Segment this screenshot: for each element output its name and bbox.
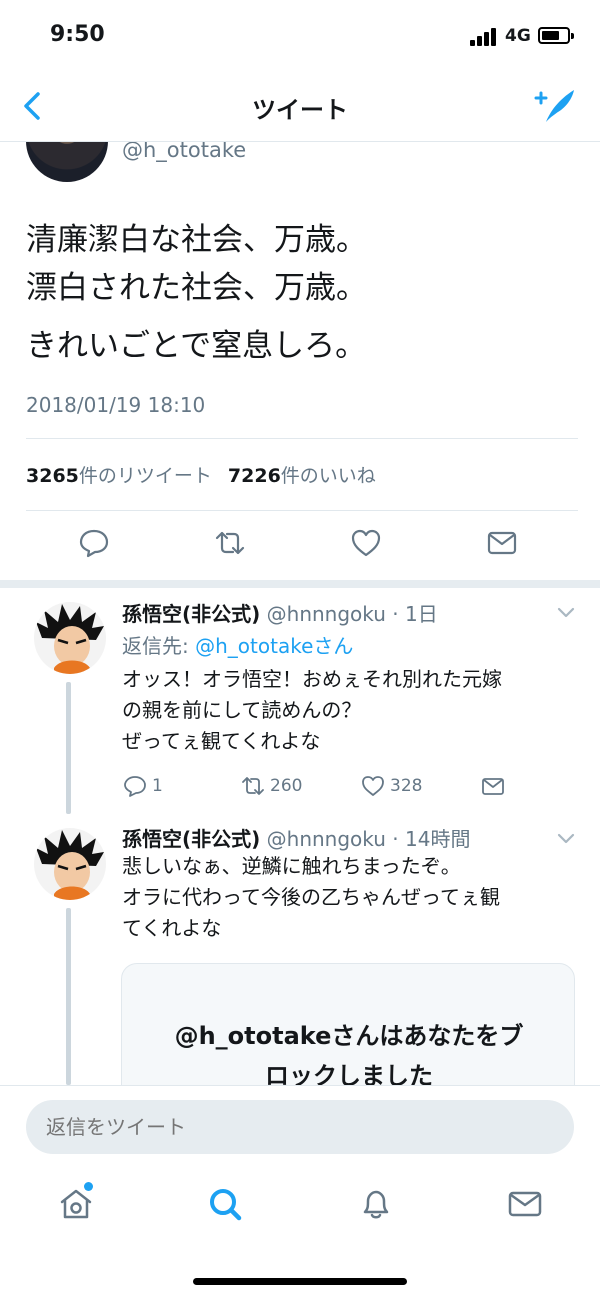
status-time: 9:50: [50, 22, 105, 47]
blocked-line: @h_ototakeさんはあなたをブ: [174, 1022, 524, 1050]
reply-reply-action[interactable]: 1: [122, 773, 163, 799]
nav-bar: ツイート: [0, 70, 600, 142]
reply-text: オッス！オラ悟空！おめぇそれ別れた元嫁 の親を前にして読めんの？ ぜってぇ観てく…: [122, 664, 582, 757]
retweet-icon[interactable]: [213, 526, 247, 560]
reply-like-action[interactable]: 328: [360, 773, 422, 799]
reply-author-name[interactable]: 孫悟空(非公式): [122, 827, 260, 851]
reply-line: オラに代わって今後の乙ちゃんぜってぇ観: [122, 885, 500, 909]
reply-icon[interactable]: [77, 526, 111, 560]
reply-avatar[interactable]: [34, 602, 106, 674]
divider: [26, 438, 578, 439]
reply-count: 1: [152, 776, 163, 796]
tweet-line: きれいごとで窒息しろ。: [26, 328, 367, 364]
battery-icon: [538, 27, 574, 44]
like-icon: [362, 776, 384, 796]
status-bar: 9:50 4G: [0, 0, 600, 70]
reply-author-meta: @hnnngoku · 14時間: [266, 827, 471, 851]
reply-icon: [124, 776, 146, 797]
reply-line: オッス！オラ悟空！おめぇそれ別れた元嫁: [122, 667, 502, 691]
compose-icon[interactable]: [530, 86, 578, 126]
notifications-icon[interactable]: [356, 1184, 396, 1224]
reply-input[interactable]: [26, 1100, 574, 1154]
reply-actions: 1 260 328: [122, 773, 582, 801]
like-label: 件のいいね: [280, 465, 376, 487]
divider: [26, 510, 578, 511]
reply-composer: [0, 1085, 600, 1175]
thread-line: [66, 908, 71, 1085]
home-indicator[interactable]: [193, 1278, 407, 1285]
retweet-label: 件のリツイート: [78, 465, 212, 487]
tweet-line: 清廉潔白な社会、万歳。: [26, 222, 367, 258]
reply-line: てくれよな: [122, 916, 222, 940]
reply-author-meta: @hnnngoku · 1日: [266, 602, 438, 626]
dm-share-icon: [482, 778, 504, 795]
tab-bar: [0, 1172, 600, 1299]
reply-header: 孫悟空(非公式) @hnnngoku · 1日: [122, 598, 438, 627]
reply-line: 悲しいなぁ、逆鱗に触れちまったぞ。: [122, 854, 461, 878]
reply-author-name[interactable]: 孫悟空(非公式): [122, 602, 260, 626]
dm-share-icon[interactable]: [485, 526, 519, 560]
page-title: ツイート: [252, 96, 348, 124]
chevron-down-icon[interactable]: [556, 832, 576, 846]
retweets-stat[interactable]: 3265件のリツイート: [26, 465, 212, 487]
tweet-timestamp: 2018/01/19 18:10: [26, 393, 206, 417]
tweet-text: 清廉潔白な社会、万歳。 漂白された社会、万歳。 きれいごとで窒息しろ。: [26, 216, 576, 370]
signal-icon: [470, 28, 498, 46]
section-separator: [0, 580, 600, 588]
messages-icon[interactable]: [505, 1184, 545, 1224]
search-icon[interactable]: [205, 1184, 245, 1224]
goku-avatar-image: [36, 604, 104, 674]
engagement-stats: 3265件のリツイート 7226件のいいね: [26, 461, 376, 488]
reply-avatar[interactable]: [34, 828, 106, 900]
like-count: 7226: [227, 465, 281, 487]
replying-to-handle[interactable]: @h_ototakeさん: [195, 634, 353, 658]
reply-text: 悲しいなぁ、逆鱗に触れちまったぞ。 オラに代わって今後の乙ちゃんぜってぇ観 てく…: [122, 851, 582, 944]
retweet-count: 260: [270, 776, 303, 796]
thread-line: [66, 682, 71, 814]
reply-header: 孫悟空(非公式) @hnnngoku · 14時間: [122, 823, 470, 852]
reply-line: の親を前にして読めんの？: [122, 698, 362, 722]
tweet-actions: [0, 526, 600, 566]
replying-to-label: 返信先:: [122, 634, 196, 658]
tweet-line: 漂白された社会、万歳。: [26, 270, 367, 306]
like-icon[interactable]: [349, 526, 383, 560]
network-type: 4G: [505, 26, 531, 46]
reply-dm-action[interactable]: [480, 773, 506, 799]
replying-to: 返信先: @h_ototakeさん: [122, 630, 353, 659]
blocked-message: @h_ototakeさんはあなたをブ ロックしました: [152, 1016, 546, 1096]
retweet-icon: [242, 777, 264, 795]
reply-retweet-action[interactable]: 260: [240, 773, 302, 799]
notification-dot: [84, 1182, 93, 1191]
retweet-count: 3265: [26, 465, 79, 487]
reply-line: ぜってぇ観てくれよな: [122, 729, 321, 753]
like-count: 328: [390, 776, 423, 796]
goku-avatar-image: [36, 830, 104, 900]
chevron-down-icon[interactable]: [556, 606, 576, 620]
likes-stat[interactable]: 7226件のいいね: [228, 465, 376, 487]
